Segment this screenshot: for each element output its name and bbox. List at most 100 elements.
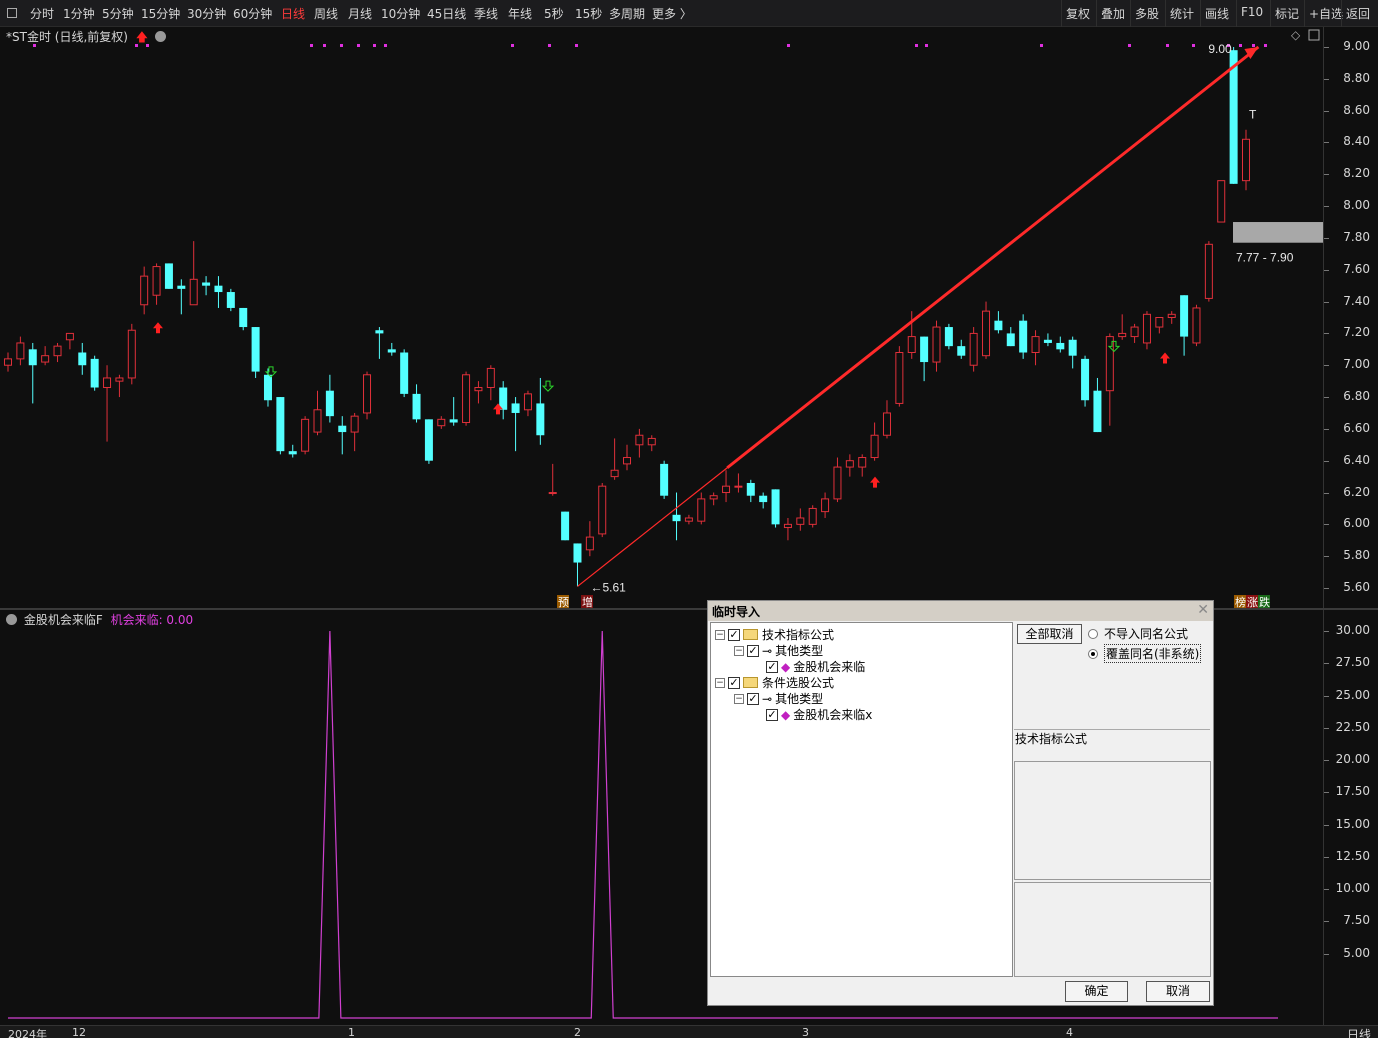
candle-body: [1242, 138, 1250, 182]
period-tab[interactable]: 10分钟: [381, 5, 420, 22]
axis-tick: [1324, 110, 1329, 112]
candle-body: [424, 419, 433, 461]
ok-button[interactable]: 确定: [1065, 981, 1128, 1002]
tool-button[interactable]: 返回: [1341, 0, 1374, 27]
period-tab[interactable]: 1分钟: [63, 5, 95, 22]
candle-body: [127, 329, 136, 379]
period-tab[interactable]: 15秒: [575, 5, 602, 22]
candle-body: [276, 397, 285, 452]
period-tab[interactable]: 5分钟: [102, 5, 134, 22]
candle-body: [722, 485, 731, 494]
radio-overwrite[interactable]: 覆盖同名(非系统): [1088, 644, 1202, 663]
signal-dot: [1239, 44, 1242, 47]
collapse-icon[interactable]: −: [715, 677, 725, 688]
candle-body: [214, 285, 223, 293]
dialog-title: 临时导入 ✕: [708, 601, 1213, 621]
period-tab[interactable]: 月线: [348, 5, 372, 22]
period-tab[interactable]: 5秒: [544, 5, 564, 22]
signal-dot: [323, 44, 326, 47]
candle-body: [548, 492, 557, 495]
axis-tick: [1324, 695, 1329, 697]
candle-body: [1130, 326, 1139, 338]
price-tick-label: 8.40: [1343, 134, 1370, 149]
candle-body: [53, 345, 62, 357]
axis-tick: [1324, 631, 1329, 632]
cancel-button[interactable]: 取消: [1146, 981, 1210, 1002]
radio-skip-same-name[interactable]: 不导入同名公式: [1088, 625, 1188, 642]
candle-body: [623, 457, 631, 465]
period-tab[interactable]: 60分钟: [233, 5, 272, 22]
buy-arrow-icon: [1160, 352, 1170, 364]
candle-body: [387, 349, 396, 353]
badge-bang: 榜: [1235, 595, 1246, 609]
checkbox-icon[interactable]: ✓: [747, 692, 759, 705]
period-tab[interactable]: 多周期: [609, 5, 645, 22]
checkbox-icon[interactable]: ✓: [728, 676, 740, 689]
period-tab[interactable]: 15分钟: [141, 5, 180, 22]
candle-body: [647, 437, 656, 446]
panel-toggle-icon[interactable]: [7, 8, 17, 18]
period-tab[interactable]: 更多 〉: [652, 5, 692, 22]
period-tab[interactable]: 周线: [314, 5, 338, 22]
candle-body: [1043, 339, 1052, 343]
period-tab[interactable]: 30分钟: [187, 5, 226, 22]
axis-tick: [1324, 142, 1329, 144]
tree-node[interactable]: − ✓ 条件选股公式: [715, 674, 834, 691]
cancel-all-button[interactable]: 全部取消: [1017, 624, 1082, 644]
candle-body: [858, 457, 867, 468]
indicator-tick-label: 5.00: [1343, 945, 1370, 960]
diamond-icon: ◇: [1291, 28, 1301, 42]
candle-body: [870, 434, 879, 459]
axis-tick: [1324, 524, 1329, 526]
tool-button[interactable]: 标记: [1270, 0, 1303, 27]
period-tab[interactable]: 分时: [30, 5, 54, 22]
collapse-icon[interactable]: −: [715, 629, 725, 640]
signal-dot: [340, 44, 343, 47]
tool-button[interactable]: 复权: [1061, 0, 1094, 27]
period-tab[interactable]: 日线: [281, 5, 305, 22]
indicator-tick-label: 15.00: [1335, 816, 1370, 831]
candle-body: [821, 498, 830, 513]
radio-selected-icon[interactable]: [1088, 648, 1098, 659]
price-tick-label: 6.00: [1343, 516, 1370, 531]
price-chart[interactable]: 9.00←5.61T7.77 - 7.90预增榜涨跌◇: [0, 27, 1323, 609]
price-axis: 9.00 8.80 8.60 8.40 8.20 8.00 7.80 7.60 7.40 7.20…: [1323, 27, 1378, 609]
period-tab[interactable]: 年线: [508, 5, 532, 22]
candle-body: [462, 374, 471, 424]
tool-button[interactable]: F10: [1236, 0, 1267, 27]
indicator-tick-label: 17.50: [1335, 784, 1370, 799]
tree-node[interactable]: ✓ ◆ 金股机会来临x: [753, 706, 872, 723]
candle-body: [734, 485, 743, 488]
axis-tick: [1324, 921, 1329, 923]
tree-node[interactable]: ✓ ◆ 金股机会来临: [753, 658, 865, 675]
date-axis: 2024年 日线 12 1 2 3 4: [0, 1025, 1378, 1038]
tree-node[interactable]: − ✓ 技术指标公式: [715, 626, 834, 643]
candle-body: [1155, 317, 1164, 328]
candle-body: [1019, 320, 1028, 353]
candle-body: [697, 498, 706, 522]
tree-node[interactable]: − ✓ ⊸ 其他类型: [734, 690, 823, 707]
candle-body: [90, 358, 99, 388]
checkbox-icon[interactable]: ✓: [747, 644, 759, 657]
tool-button[interactable]: 画线: [1200, 0, 1233, 27]
checkbox-icon[interactable]: ✓: [728, 628, 740, 641]
candle-body: [4, 358, 12, 366]
checkbox-icon[interactable]: ✓: [766, 660, 778, 673]
collapse-icon[interactable]: −: [734, 645, 744, 656]
close-icon[interactable]: ✕: [1197, 602, 1209, 618]
checkbox-icon[interactable]: ✓: [766, 708, 778, 721]
candle-body: [375, 330, 384, 334]
formula-tree[interactable]: − ✓ 技术指标公式 − ✓ ⊸ 其他类型 ✓ ◆ 金股机会来临 − ✓ 条件选股公式 − ✓ ⊸ 其他类型 ✓ ◆…: [710, 622, 1013, 977]
tool-button[interactable]: 多股: [1130, 0, 1163, 27]
period-tab[interactable]: 45日线: [427, 5, 466, 22]
tool-button[interactable]: 统计: [1165, 0, 1198, 27]
candle-body: [313, 409, 322, 433]
collapse-icon[interactable]: −: [734, 693, 744, 704]
period-tab[interactable]: 季线: [474, 5, 498, 22]
price-tick-label: 7.80: [1343, 229, 1370, 244]
axis-tick: [1324, 460, 1329, 462]
tree-node[interactable]: − ✓ ⊸ 其他类型: [734, 642, 823, 659]
radio-icon[interactable]: [1088, 628, 1098, 639]
sell-arrow-icon: [541, 380, 555, 392]
tool-button[interactable]: 叠加: [1096, 0, 1129, 27]
